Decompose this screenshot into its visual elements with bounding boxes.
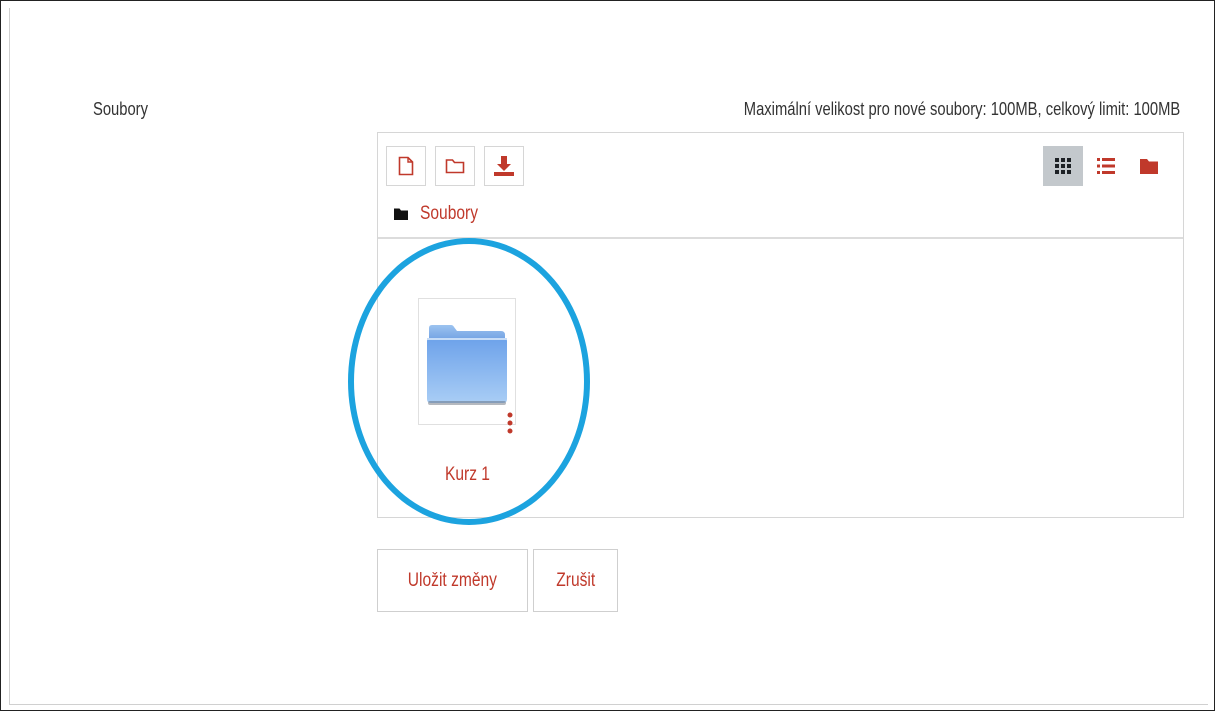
add-file-icon [398, 156, 414, 176]
file-manager: Soubory Kurz 1 [377, 132, 1184, 518]
create-folder-icon [445, 159, 465, 174]
cancel-button[interactable]: Zrušit [533, 549, 618, 612]
tree-view-icon [1140, 159, 1158, 174]
folder-large-icon [427, 325, 507, 405]
grid-view-icon [1055, 158, 1071, 174]
page-frame: Soubory Maximální velikost pro nové soub… [0, 0, 1215, 711]
folder-name-text: Kurz 1 [444, 464, 490, 485]
file-limit-text: Maximální velikost pro nové soubory: 100… [743, 99, 1180, 119]
field-label: Soubory [93, 99, 148, 119]
grid-view-button[interactable] [1043, 146, 1083, 186]
file-manager-content: Kurz 1 [378, 239, 1183, 517]
download-icon [494, 156, 514, 176]
save-button-label: Uložit změny [407, 569, 498, 591]
breadcrumb: Soubory [394, 203, 491, 225]
breadcrumb-item-soubory[interactable]: Soubory [420, 203, 478, 225]
add-file-button[interactable] [386, 146, 426, 186]
folder-tile[interactable] [418, 298, 516, 434]
file-manager-toolbar: Soubory [378, 133, 1183, 239]
list-view-button[interactable] [1086, 146, 1126, 186]
save-button[interactable]: Uložit změny [377, 549, 528, 612]
more-options-icon[interactable] [507, 412, 513, 434]
tree-view-button[interactable] [1129, 146, 1169, 186]
list-view-icon [1097, 158, 1115, 174]
create-folder-button[interactable] [435, 146, 475, 186]
folder-name[interactable]: Kurz 1 [378, 464, 556, 486]
download-button[interactable] [484, 146, 524, 186]
folder-icon [394, 208, 408, 220]
cancel-button-label: Zrušit [556, 569, 595, 591]
